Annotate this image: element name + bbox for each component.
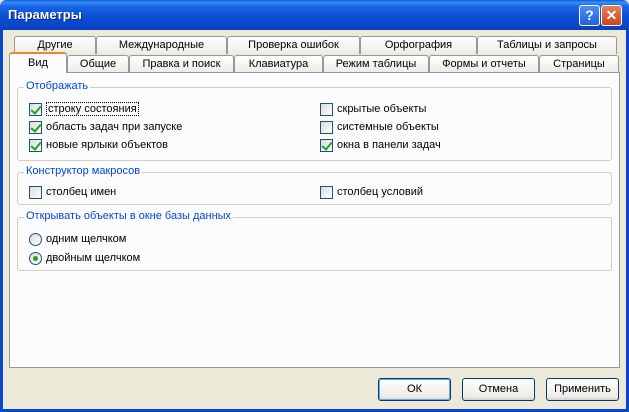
radio-label: одним щелчком [46, 233, 127, 245]
tab-spelling[interactable]: Орфография [360, 36, 477, 54]
window-title: Параметры [8, 7, 82, 22]
ok-button[interactable]: ОК [378, 378, 451, 401]
cancel-button[interactable]: Отмена [462, 378, 535, 401]
apply-button[interactable]: Применить [546, 378, 619, 401]
checkbox-box[interactable] [320, 138, 333, 152]
tab-tables-queries[interactable]: Таблицы и запросы [477, 36, 617, 54]
tab-keyboard[interactable]: Клавиатура [234, 55, 323, 73]
show-group: Отображать строку состояния область зада… [17, 80, 612, 161]
checkbox-box[interactable] [320, 120, 333, 134]
title-bar: Параметры ? ✕ [0, 0, 629, 30]
macro-group: Конструктор макросов столбец имен столбе… [17, 165, 612, 205]
checkbox-label: новые ярлыки объектов [46, 139, 169, 151]
macro-group-title: Конструктор макросов [24, 165, 143, 177]
checkbox-startup-task-pane[interactable]: область задач при запуске [29, 120, 182, 134]
checkbox-conditions-column[interactable]: столбец условий [320, 185, 423, 199]
checkbox-new-object-shortcuts[interactable]: новые ярлыки объектов [29, 138, 168, 152]
tab-edit-find[interactable]: Правка и поиск [129, 55, 234, 73]
checkbox-box[interactable] [29, 120, 42, 134]
tab-view[interactable]: Вид [9, 52, 67, 73]
checkbox-label: столбец условий [337, 186, 424, 198]
checkbox-box[interactable] [29, 102, 42, 116]
open-objects-group-title: Открывать объекты в окне базы данных [24, 210, 234, 222]
tab-international[interactable]: Международные [96, 36, 227, 54]
checkbox-status-bar[interactable]: строку состояния [29, 102, 139, 116]
tab-datasheet[interactable]: Режим таблицы [323, 55, 429, 73]
checkbox-hidden-objects[interactable]: скрытые объекты [320, 102, 426, 116]
checkbox-box[interactable] [320, 102, 333, 116]
tab-pages[interactable]: Страницы [539, 55, 619, 73]
checkbox-names-column[interactable]: столбец имен [29, 185, 116, 199]
checkbox-box[interactable] [320, 185, 333, 199]
radio-circle[interactable] [29, 251, 42, 265]
radio-label: двойным щелчком [46, 252, 141, 264]
tab-general[interactable]: Общие [67, 55, 129, 73]
radio-single-click[interactable]: одним щелчком [29, 232, 126, 246]
tab-forms-reports[interactable]: Формы и отчеты [429, 55, 539, 73]
checkbox-windows-in-taskbar[interactable]: окна в панели задач [320, 138, 441, 152]
radio-double-click[interactable]: двойным щелчком [29, 251, 140, 265]
checkbox-box[interactable] [29, 185, 42, 199]
open-objects-group: Открывать объекты в окне базы данных одн… [17, 210, 612, 271]
checkbox-label: скрытые объекты [337, 103, 427, 115]
close-button[interactable]: ✕ [601, 5, 622, 26]
checkbox-system-objects[interactable]: системные объекты [320, 120, 439, 134]
checkbox-label: столбец имен [46, 186, 117, 198]
checkbox-label: системные объекты [337, 121, 439, 133]
checkbox-box[interactable] [29, 138, 42, 152]
tab-panel-view: Отображать строку состояния область зада… [9, 72, 620, 368]
help-button[interactable]: ? [579, 5, 600, 26]
show-group-title: Отображать [24, 80, 91, 92]
checkbox-label: область задач при запуске [46, 121, 183, 133]
checkbox-label: строку состояния [46, 102, 139, 116]
tab-error-checking[interactable]: Проверка ошибок [227, 36, 360, 54]
radio-circle[interactable] [29, 232, 42, 246]
checkbox-label: окна в панели задач [337, 139, 441, 151]
